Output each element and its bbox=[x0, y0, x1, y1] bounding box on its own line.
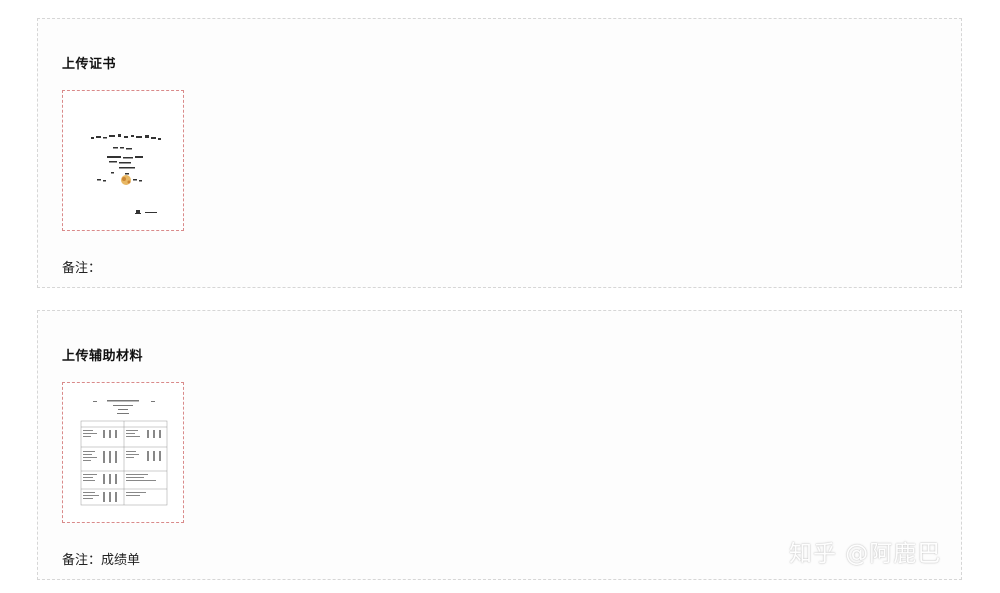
transcript-document-image bbox=[80, 400, 168, 506]
transcript-thumbnail[interactable] bbox=[62, 382, 184, 523]
supporting-materials-section-title: 上传辅助材料 bbox=[62, 349, 144, 364]
certificate-section-title: 上传证书 bbox=[62, 57, 117, 72]
supporting-materials-note-value: 成绩单 bbox=[101, 553, 141, 568]
supporting-materials-note: 备注：成绩单 bbox=[62, 549, 140, 568]
certificate-note: 备注： bbox=[62, 257, 101, 276]
certificate-thumbnail[interactable] bbox=[62, 90, 184, 231]
zhihu-watermark: 知乎 @阿鹿巴 bbox=[789, 541, 942, 567]
certificate-note-label: 备注： bbox=[62, 261, 102, 276]
certificate-document-image bbox=[91, 134, 161, 214]
certificate-upload-card: 上传证书 备注： bbox=[37, 18, 962, 288]
supporting-materials-note-label: 备注： bbox=[62, 553, 102, 568]
